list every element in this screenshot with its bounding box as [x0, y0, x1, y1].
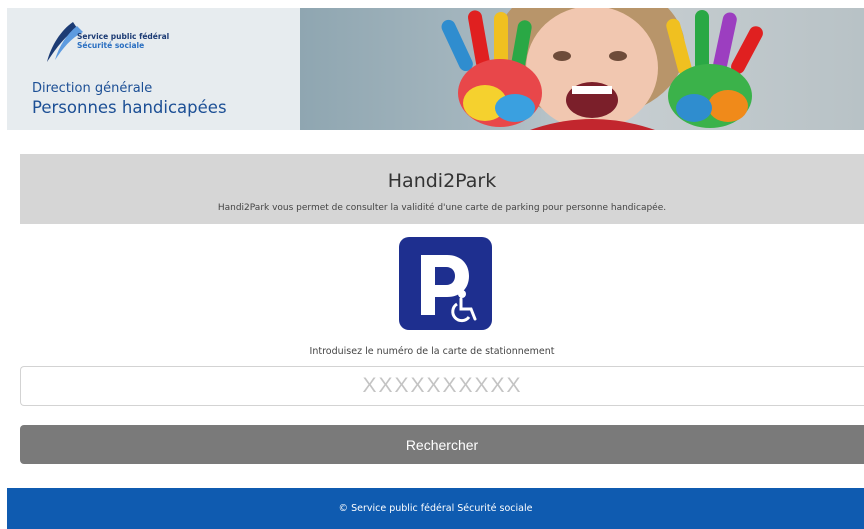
direction-label: Direction générale [32, 81, 153, 96]
org-name-line1: Service public fédéral [77, 32, 170, 41]
page-title: Handi2Park [387, 170, 497, 192]
search-button[interactable]: Rechercher [20, 425, 864, 464]
brand-block: Service public fédéral Sécurité sociale … [7, 8, 300, 130]
header-banner: Service public fédéral Sécurité sociale … [7, 8, 864, 130]
page-description: Handi2Park vous permet de consulter la v… [217, 203, 667, 213]
banner-photo [300, 8, 864, 130]
card-number-input[interactable] [20, 366, 864, 406]
child-painted-hands-image [441, 8, 763, 130]
parking-wheelchair-icon [399, 237, 492, 330]
footer-copyright: © Service public fédéral Sécurité social… [338, 503, 533, 514]
card-number-label: Introduisez le numéro de la carte de sta… [309, 346, 555, 357]
direction-name: Personnes handicapées [32, 98, 227, 117]
app-intro-panel: Handi2Park Handi2Park vous permet de con… [20, 154, 864, 224]
org-name-line2: Sécurité sociale [77, 41, 145, 50]
footer: © Service public fédéral Sécurité social… [7, 488, 864, 529]
